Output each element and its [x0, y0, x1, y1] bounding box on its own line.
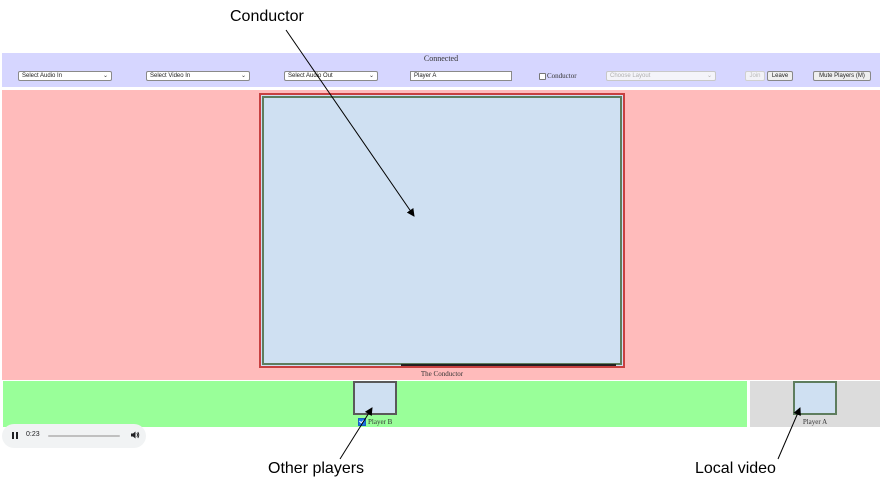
conductor-checkbox-box[interactable] [539, 72, 546, 80]
conductor-label: The Conductor [420, 370, 464, 378]
layout-select[interactable]: Choose Layout ⌄ [606, 71, 716, 81]
conductor-checkbox[interactable]: Conductor [539, 71, 577, 81]
player-video-tile [353, 381, 397, 415]
video-in-select-value: Select Video In [150, 73, 191, 79]
conductor-video-edge [401, 364, 616, 366]
annotation-local-video: Local video [695, 460, 776, 477]
video-in-select[interactable]: Select Video In ⌄ [146, 71, 250, 81]
local-video-label: Player A [802, 418, 828, 426]
audio-progress-track[interactable] [48, 435, 120, 437]
annotation-other-players: Other players [268, 460, 365, 477]
pause-icon[interactable] [12, 432, 18, 439]
audio-out-select-value: Select Audio Out [288, 73, 333, 79]
chevron-down-icon: ⌄ [102, 73, 108, 79]
audio-in-select-value: Select Audio In [22, 73, 63, 79]
chevron-down-icon: ⌄ [368, 73, 374, 79]
audio-in-select[interactable]: Select Audio In ⌄ [18, 71, 112, 81]
chevron-down-icon: ⌄ [240, 73, 246, 79]
conductor-checkbox-label: Conductor [547, 72, 577, 80]
player-name: Player B [368, 418, 393, 426]
leave-button[interactable]: Leave [767, 71, 793, 81]
connection-status: Connected [423, 54, 459, 63]
layout-select-value: Choose Layout [610, 73, 651, 79]
page: Conductor Connected Select Audio In ⌄ Se… [0, 0, 888, 486]
volume-icon[interactable] [130, 430, 140, 440]
mute-players-button[interactable]: Mute Players (M) [813, 71, 871, 81]
conductor-video-frame [262, 96, 622, 365]
player-checkbox[interactable] [358, 418, 366, 426]
annotation-conductor: Conductor [230, 8, 304, 25]
player-label: Player B [358, 418, 392, 426]
audio-out-select[interactable]: Select Audio Out ⌄ [284, 71, 378, 81]
join-button[interactable]: Join [745, 71, 765, 81]
audio-time: 0:23 [26, 431, 40, 438]
player-name-input[interactable]: Player A [410, 71, 512, 81]
toolbar: Connected Select Audio In ⌄ Select Video… [2, 53, 880, 87]
local-video-tile [793, 381, 837, 415]
conductor-video [259, 93, 625, 368]
audio-player: 0:23 [2, 424, 146, 448]
chevron-down-icon: ⌄ [706, 73, 712, 79]
